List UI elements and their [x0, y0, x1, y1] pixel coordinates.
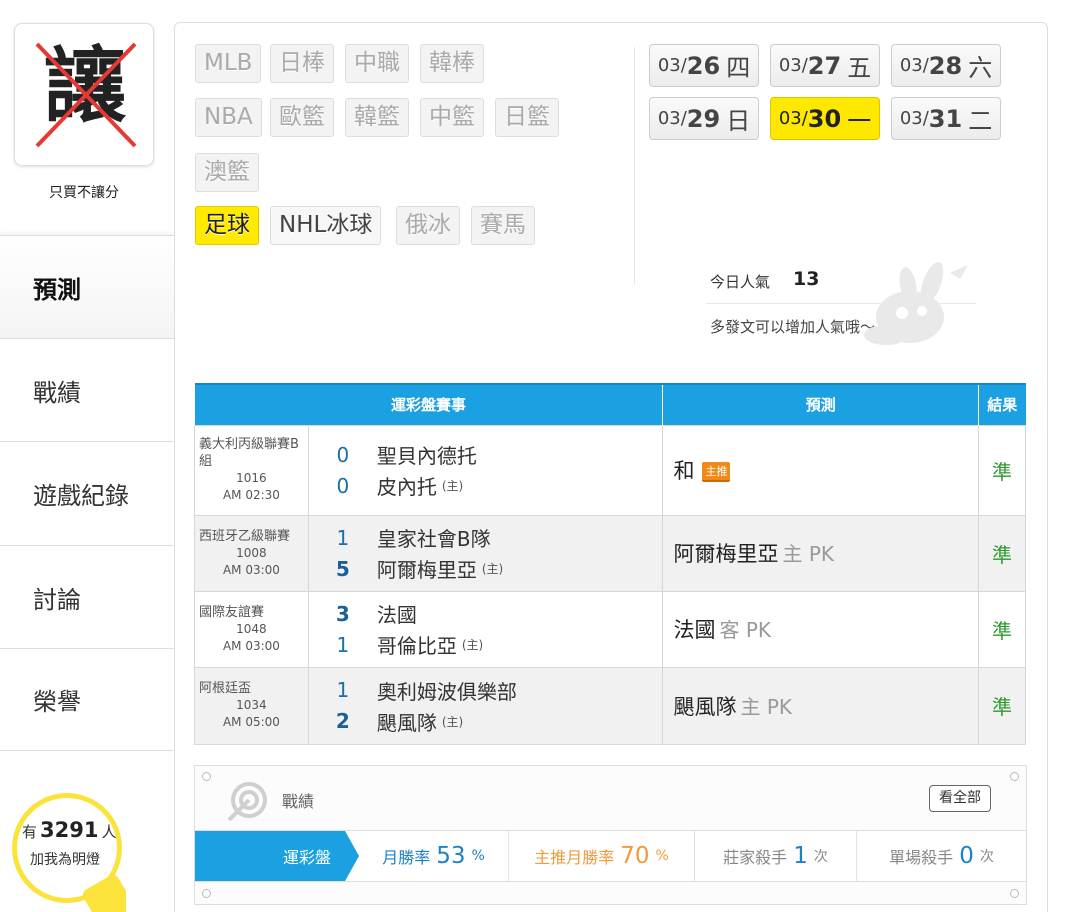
- date-button-0329[interactable]: 03/29 日: [649, 97, 759, 140]
- result-cell: 準: [978, 424, 1026, 516]
- lamp-count-text: 有 3291 人: [22, 818, 117, 842]
- league-cell: 義大利丙級聯賽B組 1016 AM 02:30: [194, 424, 309, 516]
- away-score: 1: [336, 525, 350, 550]
- lamp-follow-text[interactable]: 加我為明燈: [30, 849, 100, 869]
- sport-tag-aus-basketball[interactable]: 澳籃: [195, 153, 259, 192]
- table-row: 國際友誼賽 1048 AM 03:00 3 法國 1 哥倫比亞 (主) 法國客 PK …: [194, 590, 1026, 668]
- record-category-tab[interactable]: 運彩盤: [195, 831, 359, 881]
- featured-badge: 主推: [702, 462, 731, 482]
- date-button-0327[interactable]: 03/27 五: [770, 44, 880, 87]
- sport-tag-nhl[interactable]: NHL冰球: [270, 206, 382, 245]
- prediction-cell: 阿爾梅里亞主 PK: [662, 514, 980, 592]
- sport-tag-cpbl[interactable]: 中職: [345, 44, 409, 83]
- panel-divider: [634, 47, 635, 285]
- away-score: 3: [335, 601, 350, 626]
- sport-tag-khl[interactable]: 俄冰: [396, 206, 460, 245]
- sport-tag-euro-basketball[interactable]: 歐籃: [270, 98, 334, 137]
- popularity-label: 今日人氣: [710, 273, 771, 291]
- stat-monthly-win-rate: 月勝率 53%: [345, 831, 509, 881]
- record-summary: 戰績 看全部 運彩盤 月勝率 53% 主推月勝率 70% 莊家殺手 1 次 單場殺手 0 次: [194, 765, 1027, 905]
- header-prediction: 預測: [662, 383, 980, 425]
- record-title: 戰績: [282, 792, 315, 811]
- corner-dot: [1010, 889, 1019, 898]
- corner-dot: [202, 772, 211, 781]
- home-team: 哥倫比亞: [376, 634, 457, 658]
- away-team: 奧利姆波俱樂部: [376, 679, 517, 704]
- corner-dot: [1010, 772, 1019, 781]
- lamp-count: 3291: [40, 818, 99, 842]
- home-team: 皮內托: [376, 475, 437, 499]
- header-result: 結果: [978, 383, 1026, 425]
- sport-tag-mlb[interactable]: MLB: [195, 44, 262, 83]
- record-stats-bar: 運彩盤 月勝率 53% 主推月勝率 70% 莊家殺手 1 次 單場殺手 0 次: [195, 830, 1026, 882]
- sport-tag-korea-basketball[interactable]: 韓籃: [345, 98, 409, 137]
- sport-tag-kbo[interactable]: 韓棒: [420, 44, 484, 83]
- result-cell: 準: [978, 514, 1026, 592]
- away-score: 0: [336, 442, 350, 467]
- sport-tag-npb[interactable]: 日棒: [270, 44, 334, 83]
- prediction-cell: 颶風隊主 PK: [662, 666, 980, 745]
- table-row: 西班牙乙級聯賽 1008 AM 03:00 1 皇家社會B隊 5 阿爾梅里亞 (主) …: [194, 514, 1026, 592]
- result-cell: 準: [978, 666, 1026, 745]
- nav-item-honor[interactable]: 榮譽: [0, 648, 174, 751]
- badge-caption: 只買不讓分: [49, 185, 119, 201]
- prediction-cell: 和主推: [662, 424, 980, 516]
- teams-cell: 3 法國 1 哥倫比亞 (主): [307, 590, 664, 668]
- away-team: 皇家社會B隊: [376, 527, 491, 551]
- nav-item-game-log[interactable]: 遊戲紀錄: [0, 441, 174, 544]
- teams-cell: 1 奧利姆波俱樂部 2 颶風隊 (主): [307, 666, 664, 745]
- home-team: 颶風隊: [376, 710, 437, 735]
- home-score: 0: [336, 473, 350, 498]
- result-cell: 準: [978, 590, 1026, 668]
- date-button-0328[interactable]: 03/28 六: [891, 44, 1001, 87]
- popularity-value: 13: [793, 268, 820, 290]
- sport-tag-nba[interactable]: NBA: [195, 98, 262, 137]
- league-cell: 國際友誼賽 1048 AM 03:00: [194, 590, 309, 668]
- no-handicap-badge: 讓: [14, 23, 154, 166]
- teams-cell: 0 聖貝內德托 0 皮內托 (主): [307, 424, 664, 516]
- league-cell: 阿根廷盃 1034 AM 05:00: [194, 666, 309, 745]
- away-team: 法國: [376, 603, 417, 627]
- corner-dot: [202, 889, 211, 898]
- table-row: 義大利丙級聯賽B組 1016 AM 02:30 0 聖貝內德托 0 皮內托 (主) 和…: [194, 424, 1026, 516]
- prediction-cell: 法國客 PK: [662, 590, 980, 668]
- header-event: 運彩盤賽事: [194, 383, 664, 425]
- teams-cell: 1 皇家社會B隊 5 阿爾梅里亞 (主): [307, 514, 664, 592]
- home-score: 2: [335, 709, 350, 733]
- lamp-tail-icon: [82, 870, 126, 912]
- nav-item-record[interactable]: 戰績: [0, 338, 174, 441]
- date-button-0331[interactable]: 03/31 二: [891, 97, 1001, 140]
- sidebar: 讓 只買不讓分 預測 戰績 遊戲紀錄 討論 榮譽 有 3291 人 加我為明燈: [0, 0, 174, 912]
- sport-tag-china-basketball[interactable]: 中籃: [420, 98, 484, 137]
- mascot-icon: [864, 262, 968, 345]
- sport-tag-horse-racing[interactable]: 賽馬: [471, 206, 535, 245]
- league-cell: 西班牙乙級聯賽 1008 AM 03:00: [194, 514, 309, 592]
- stat-bookmaker-killer: 莊家殺手 1 次: [695, 831, 857, 881]
- home-score: 1: [336, 632, 350, 657]
- target-icon: [227, 782, 267, 822]
- sport-tag-soccer[interactable]: 足球: [195, 206, 259, 245]
- stat-single-game-killer: 單場殺手 0 次: [889, 843, 994, 869]
- stat-featured-win-rate: 主推月勝率 70%: [509, 831, 695, 881]
- date-button-0330[interactable]: 03/30 一: [770, 97, 880, 140]
- away-score: 1: [336, 678, 350, 702]
- cross-icon: [35, 42, 137, 148]
- home-team: 阿爾梅里亞: [376, 558, 477, 582]
- prediction-table: 運彩盤賽事 預測 結果 義大利丙級聯賽B組 1016 AM 02:30 0 聖貝內…: [194, 383, 1026, 745]
- away-team: 聖貝內德托: [376, 444, 477, 468]
- view-all-button[interactable]: 看全部: [929, 785, 991, 812]
- table-row: 阿根廷盃 1034 AM 05:00 1 奧利姆波俱樂部 2 颶風隊 (主) 颶風隊主…: [194, 666, 1026, 745]
- sport-tag-japan-basketball[interactable]: 日籃: [495, 98, 559, 137]
- home-score: 5: [335, 556, 350, 581]
- nav-item-discussion[interactable]: 討論: [0, 545, 174, 648]
- date-button-0326[interactable]: 03/26 四: [649, 44, 759, 87]
- nav-item-predict[interactable]: 預測: [0, 235, 174, 338]
